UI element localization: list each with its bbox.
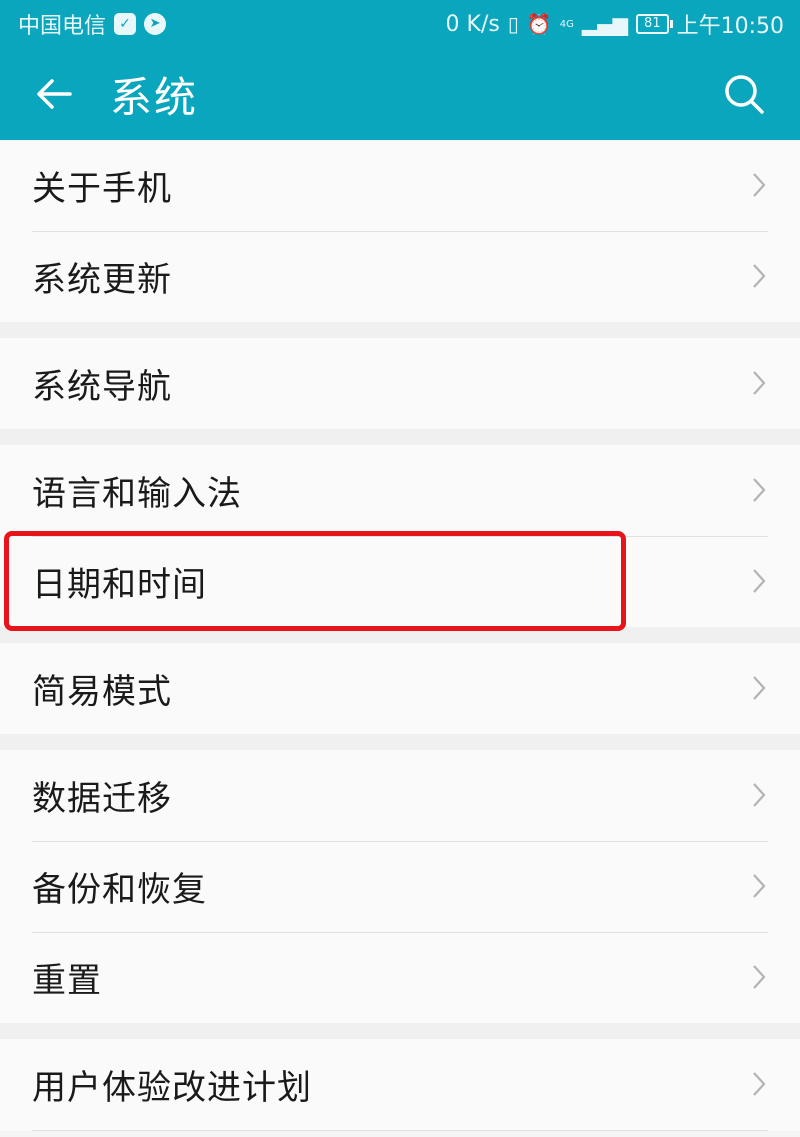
menu-item-label: 系统更新: [32, 260, 172, 300]
signal-icon: ▂▄▆: [581, 12, 629, 36]
settings-list: 关于手机 系统更新 系统导航 语言和输入法 日期和时间 简易模式 数据迁移 备份…: [0, 140, 800, 1131]
menu-item-label: 重置: [32, 961, 102, 1001]
group-divider: [0, 734, 800, 750]
group-divider: [0, 1023, 800, 1039]
chevron-right-icon: [753, 1072, 766, 1096]
settings-group: 用户体验改进计划: [0, 1039, 800, 1131]
chevron-right-icon: [753, 264, 766, 288]
menu-item-label: 语言和输入法: [32, 474, 242, 514]
menu-item-label: 用户体验改进计划: [32, 1068, 312, 1108]
chevron-right-icon: [753, 783, 766, 807]
menu-item-reset[interactable]: 重置: [0, 932, 800, 1023]
search-button[interactable]: [722, 72, 766, 116]
menu-item-data-migration[interactable]: 数据迁移: [0, 750, 800, 841]
clock: 上午10:50: [676, 14, 784, 39]
menu-item-label: 关于手机: [32, 169, 172, 209]
menu-item-label: 备份和恢复: [32, 870, 207, 910]
network-speed: 0 K/s: [445, 11, 500, 37]
menu-item-about-phone[interactable]: 关于手机: [0, 140, 800, 231]
chevron-right-icon: [753, 478, 766, 502]
chevron-right-icon: [753, 371, 766, 395]
settings-group: 关于手机 系统更新: [0, 140, 800, 322]
group-divider: [0, 429, 800, 445]
settings-group: 系统导航: [0, 338, 800, 429]
chevron-right-icon: [753, 173, 766, 197]
chevron-right-icon: [753, 965, 766, 989]
divider: [32, 1130, 768, 1131]
notification-icon: ➤: [144, 13, 167, 35]
settings-group: 数据迁移 备份和恢复 重置: [0, 750, 800, 1023]
search-icon: [725, 75, 764, 114]
app-bar: 系统: [0, 48, 800, 140]
status-bar: 中国电信 ✓ ➤ 0 K/s ▯ ⏰ 4G ▂▄▆ 81 上午10:50: [0, 0, 800, 48]
menu-item-simple-mode[interactable]: 简易模式: [0, 643, 800, 734]
highlight-box: [4, 531, 626, 631]
carrier-label: 中国电信: [18, 14, 107, 39]
back-button[interactable]: [0, 48, 110, 140]
menu-item-backup-restore[interactable]: 备份和恢复: [0, 841, 800, 932]
menu-item-system-navigation[interactable]: 系统导航: [0, 338, 800, 429]
back-arrow-icon: [37, 79, 72, 109]
vibrate-icon: ▯: [507, 12, 519, 36]
chevron-right-icon: [753, 569, 766, 593]
menu-item-user-experience-plan[interactable]: 用户体验改进计划: [0, 1039, 800, 1130]
menu-item-label: 系统导航: [32, 367, 172, 407]
shield-icon: ✓: [114, 13, 137, 35]
network-type: 4G: [559, 18, 574, 30]
alarm-icon: ⏰: [526, 12, 552, 36]
menu-item-system-update[interactable]: 系统更新: [0, 231, 800, 322]
battery-level: 81: [644, 16, 661, 31]
settings-group: 简易模式: [0, 643, 800, 734]
group-divider: [0, 322, 800, 338]
chevron-right-icon: [753, 676, 766, 700]
menu-item-label: 数据迁移: [32, 779, 172, 819]
battery-icon: 81: [636, 14, 673, 34]
page-title: 系统: [110, 72, 199, 122]
chevron-right-icon: [753, 874, 766, 898]
menu-item-language-input[interactable]: 语言和输入法: [0, 445, 800, 536]
menu-item-label: 简易模式: [32, 672, 172, 712]
